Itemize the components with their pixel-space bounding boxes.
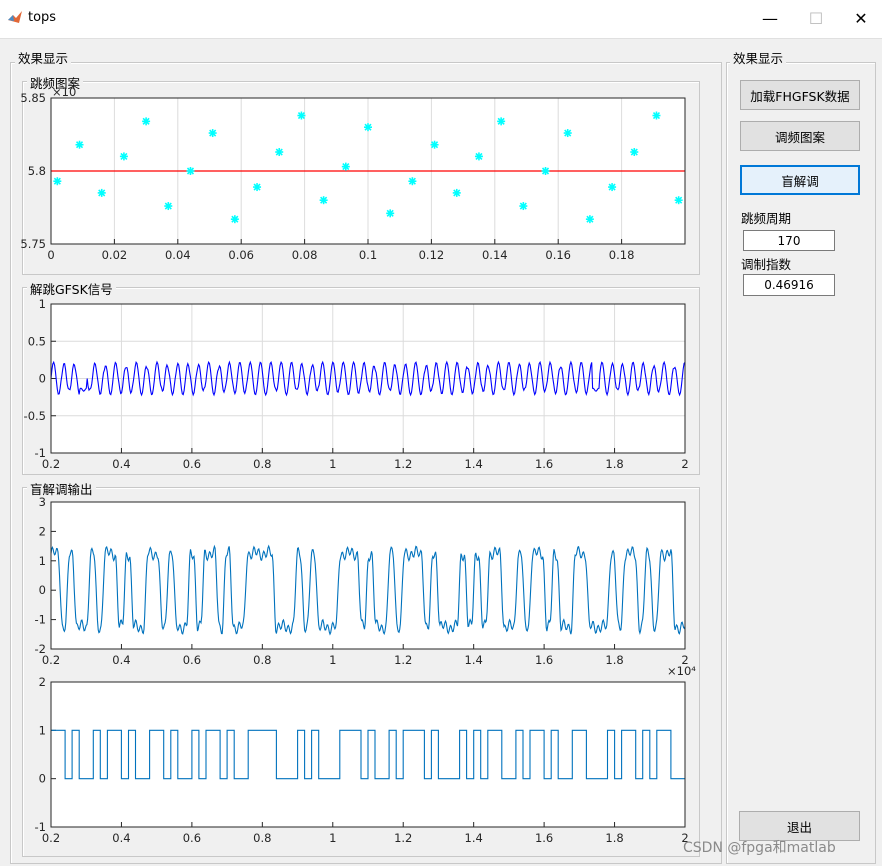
hop-point xyxy=(75,140,84,149)
x-tick-label: 1 xyxy=(329,457,336,471)
x-tick-label: 1 xyxy=(329,653,336,667)
x-tick-label: 0.4 xyxy=(112,653,130,667)
hop-point xyxy=(408,177,417,186)
hop-point xyxy=(186,167,195,175)
hop-point xyxy=(230,215,239,224)
y-tick-label: -2 xyxy=(35,642,46,656)
x-tick-label: 0.6 xyxy=(183,831,201,845)
x-tick-label: 2 xyxy=(681,457,688,471)
y-tick-label: 3 xyxy=(39,495,46,509)
x-tick-label: 0.8 xyxy=(253,457,271,471)
exponent-label: ×10 xyxy=(52,85,76,99)
x-tick-label: 0.4 xyxy=(112,457,130,471)
x-tick-label: 0.18 xyxy=(609,248,635,262)
x-tick-label: 1.6 xyxy=(535,457,553,471)
x-tick-label: 0 xyxy=(47,248,54,262)
hop-point xyxy=(497,117,506,126)
load-data-button[interactable]: 加载FHGFSK数据 xyxy=(740,80,860,110)
x-tick-label: 0.08 xyxy=(292,248,318,262)
x-tick-label: 1.4 xyxy=(465,653,483,667)
x-tick-label: 0.4 xyxy=(112,831,130,845)
hop-point xyxy=(608,183,617,192)
hop-pattern-button[interactable]: 调频图案 xyxy=(740,121,860,151)
watermark: CSDN @fpga和matlab xyxy=(683,840,836,856)
x-tick-label: 1.8 xyxy=(605,831,623,845)
y-tick-label: 0 xyxy=(39,372,46,386)
mod-index-label: 调制指数 xyxy=(741,257,792,272)
hop-point xyxy=(275,148,284,157)
hop-point xyxy=(563,129,572,138)
x-tick-label: 1.8 xyxy=(605,653,623,667)
y-tick-label: 1 xyxy=(39,723,46,737)
hop-point xyxy=(364,123,372,132)
y-tick-label: 2 xyxy=(39,675,46,689)
x-tick-label: 0.6 xyxy=(183,457,201,471)
x-tick-label: 0.8 xyxy=(253,831,271,845)
hop-point xyxy=(452,188,461,197)
x-tick-label: 0.12 xyxy=(419,248,445,262)
y-tick-label: 1 xyxy=(39,554,46,568)
hop-point xyxy=(164,202,173,211)
y-tick-label: -1 xyxy=(35,613,46,627)
x-tick-label: 1.2 xyxy=(394,457,412,471)
x-tick-label: 1.8 xyxy=(605,457,623,471)
y-tick-label: 5.75 xyxy=(20,237,46,251)
hop-period-field[interactable]: 170 xyxy=(743,230,835,251)
mod-index-field[interactable]: 0.46916 xyxy=(743,274,835,296)
x-tick-label: 0.16 xyxy=(545,248,571,262)
y-tick-label: -1 xyxy=(35,446,46,460)
hop-point xyxy=(386,209,395,218)
hop-point xyxy=(585,215,594,224)
hop-point xyxy=(297,111,306,120)
hop-point xyxy=(119,152,128,161)
hop-point xyxy=(652,111,661,120)
x-tick-label: 0.6 xyxy=(183,653,201,667)
hop-point xyxy=(253,183,262,192)
hop-point xyxy=(630,148,639,157)
x-tick-label: 0.14 xyxy=(482,248,508,262)
y-tick-label: 5.8 xyxy=(28,164,46,178)
hop-point xyxy=(519,202,528,211)
x-tick-label: 1 xyxy=(329,831,336,845)
y-tick-label: 2 xyxy=(39,524,46,538)
y-tick-label: 0 xyxy=(39,583,46,597)
x-tick-label: 0.8 xyxy=(253,653,271,667)
hop-point xyxy=(474,152,483,161)
y-tick-label: 0 xyxy=(39,772,46,786)
hop-point xyxy=(674,196,683,205)
hop-point xyxy=(319,196,328,205)
x-tick-label: 1.4 xyxy=(465,457,483,471)
x-tick-label: 1.6 xyxy=(535,653,553,667)
x-tick-label: 1.6 xyxy=(535,831,553,845)
y-tick-label: 1 xyxy=(39,297,46,311)
hop-point xyxy=(208,129,217,138)
hop-point xyxy=(430,140,439,149)
y-tick-label: -0.5 xyxy=(24,409,46,423)
x-tick-label: 0.06 xyxy=(228,248,254,262)
x-tick-label: 1.4 xyxy=(465,831,483,845)
blind-demod-button[interactable]: 盲解调 xyxy=(740,165,860,195)
hop-point xyxy=(142,117,151,126)
hop-point xyxy=(97,188,106,197)
x-tick-label: 0.1 xyxy=(359,248,377,262)
hop-point xyxy=(53,177,62,186)
y-tick-label: -1 xyxy=(35,820,46,834)
hop-point xyxy=(541,167,550,175)
x-tick-label: 0.02 xyxy=(102,248,128,262)
x-tick-label: 1.2 xyxy=(394,653,412,667)
y-tick-label: 5.85 xyxy=(20,91,46,105)
x-tick-label: 0.04 xyxy=(165,248,191,262)
y-tick-label: 0.5 xyxy=(28,334,46,348)
exponent-label: ×10⁴ xyxy=(667,664,696,678)
hop-period-label: 跳频周期 xyxy=(741,211,792,226)
hop-point xyxy=(341,162,350,171)
x-tick-label: 1.2 xyxy=(394,831,412,845)
